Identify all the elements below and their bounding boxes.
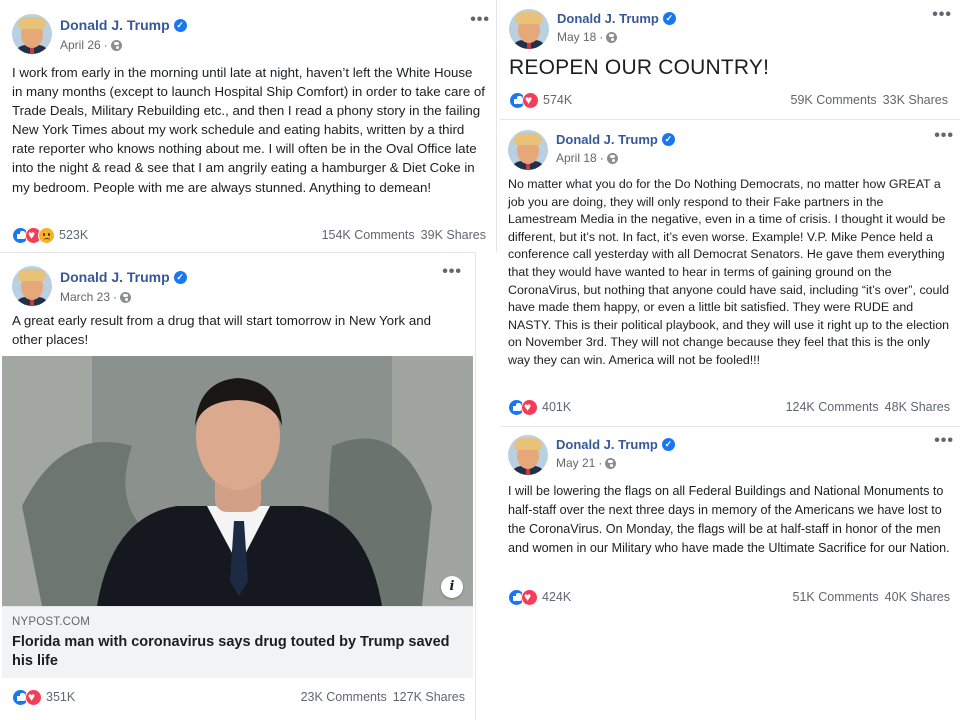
post-text: REOPEN OUR COUNTRY!	[509, 56, 770, 79]
author-name[interactable]: Donald J. Trump	[60, 269, 170, 285]
avatar[interactable]	[12, 266, 52, 306]
avatar[interactable]	[12, 14, 52, 54]
author-name[interactable]: Donald J. Trump	[556, 132, 658, 147]
post-may-18: Donald J. Trump ✓ May 18 · ••• REOPEN OU…	[500, 0, 960, 120]
post-date[interactable]: May 18	[557, 30, 596, 44]
love-reaction-icon	[25, 688, 42, 706]
love-reaction-icon	[522, 91, 539, 109]
post-text: A great early result from a drug that wi…	[12, 313, 432, 348]
link-domain: NYPOST.COM	[12, 616, 91, 628]
reaction-count: 401K	[542, 400, 572, 414]
link-preview-image[interactable]: i	[2, 356, 473, 606]
reaction-count: 523K	[59, 228, 89, 242]
author-name[interactable]: Donald J. Trump	[557, 11, 659, 26]
author-name[interactable]: Donald J. Trump	[556, 437, 658, 452]
avatar[interactable]	[508, 130, 548, 170]
separator-dot: ·	[103, 38, 108, 52]
more-options-icon[interactable]: •••	[470, 11, 490, 29]
comments-count[interactable]: 59K Comments	[791, 93, 877, 107]
post-april-26: Donald J. Trump ✓ April 26 · ••• I work …	[0, 0, 497, 252]
post-footer: 401K 124K Comments 48K Shares	[508, 396, 950, 418]
post-header: Donald J. Trump ✓ May 21 · •••	[508, 432, 954, 485]
post-header: Donald J. Trump ✓ April 18 · •••	[508, 127, 954, 180]
shares-count[interactable]: 33K Shares	[883, 93, 948, 107]
reactions[interactable]: 574K	[509, 91, 573, 109]
reaction-count: 351K	[46, 690, 76, 704]
post-footer: 523K 154K Comments 39K Shares	[12, 224, 486, 246]
separator-dot: ·	[598, 456, 603, 470]
author-name[interactable]: Donald J. Trump	[60, 17, 170, 33]
avatar[interactable]	[508, 435, 548, 475]
comments-count[interactable]: 124K Comments	[786, 400, 879, 414]
post-footer: 574K 59K Comments 33K Shares	[509, 89, 948, 111]
post-text: No matter what you do for the Do Nothing…	[508, 177, 950, 367]
link-preview-caption[interactable]: NYPOST.COM Florida man with coronavirus …	[2, 606, 473, 678]
post-header: Donald J. Trump ✓ May 18 · •••	[509, 6, 952, 59]
post-footer: 424K 51K Comments 40K Shares	[508, 586, 950, 608]
verified-badge-icon: ✓	[173, 18, 187, 32]
link-title[interactable]: Florida man with coronavirus says drug t…	[12, 633, 463, 671]
separator-dot: ·	[599, 30, 604, 44]
shares-count[interactable]: 40K Shares	[885, 590, 950, 604]
post-date[interactable]: May 21	[556, 456, 595, 470]
avatar[interactable]	[509, 9, 549, 49]
verified-badge-icon: ✓	[173, 270, 187, 284]
shares-count[interactable]: 39K Shares	[421, 228, 486, 242]
love-reaction-icon	[521, 398, 538, 416]
love-reaction-icon	[521, 588, 538, 606]
globe-icon	[120, 291, 132, 303]
separator-dot: ·	[599, 151, 604, 165]
more-options-icon[interactable]: •••	[934, 127, 954, 145]
more-options-icon[interactable]: •••	[934, 432, 954, 450]
reactions[interactable]: 424K	[508, 588, 572, 606]
separator-dot: ·	[113, 290, 118, 304]
man-portrait-image	[2, 356, 473, 606]
reactions[interactable]: 351K	[12, 688, 76, 706]
reaction-count: 424K	[542, 590, 572, 604]
shares-count[interactable]: 127K Shares	[393, 690, 465, 704]
globe-icon	[110, 39, 122, 51]
post-may-21: Donald J. Trump ✓ May 21 · ••• I will be…	[500, 427, 960, 617]
verified-badge-icon: ✓	[662, 12, 676, 25]
verified-badge-icon: ✓	[661, 438, 675, 451]
reaction-count: 574K	[543, 93, 573, 107]
comments-count[interactable]: 51K Comments	[793, 590, 879, 604]
post-text: I work from early in the morning until l…	[12, 65, 486, 195]
comments-count[interactable]: 154K Comments	[322, 228, 415, 242]
shares-count[interactable]: 48K Shares	[885, 400, 950, 414]
sad-reaction-icon	[38, 226, 55, 244]
info-icon[interactable]: i	[441, 576, 463, 598]
reactions[interactable]: 401K	[508, 398, 572, 416]
post-header: Donald J. Trump ✓ March 23 · •••	[12, 263, 470, 316]
globe-icon	[606, 152, 618, 164]
reactions[interactable]: 523K	[12, 226, 89, 244]
post-april-18: Donald J. Trump ✓ April 18 · ••• No matt…	[500, 122, 960, 427]
comments-count[interactable]: 23K Comments	[301, 690, 387, 704]
verified-badge-icon: ✓	[661, 133, 675, 146]
post-header: Donald J. Trump ✓ April 26 · •••	[12, 11, 490, 64]
post-date[interactable]: April 26	[60, 38, 101, 52]
post-text: I will be lowering the flags on all Fede…	[508, 484, 950, 555]
more-options-icon[interactable]: •••	[442, 263, 462, 281]
globe-icon	[605, 457, 617, 469]
post-footer: 351K 23K Comments 127K Shares	[12, 686, 465, 708]
post-march-23: Donald J. Trump ✓ March 23 · ••• A great…	[0, 252, 476, 720]
post-date[interactable]: April 18	[556, 151, 597, 165]
post-date[interactable]: March 23	[60, 290, 110, 304]
globe-icon	[606, 31, 618, 43]
more-options-icon[interactable]: •••	[932, 6, 952, 24]
